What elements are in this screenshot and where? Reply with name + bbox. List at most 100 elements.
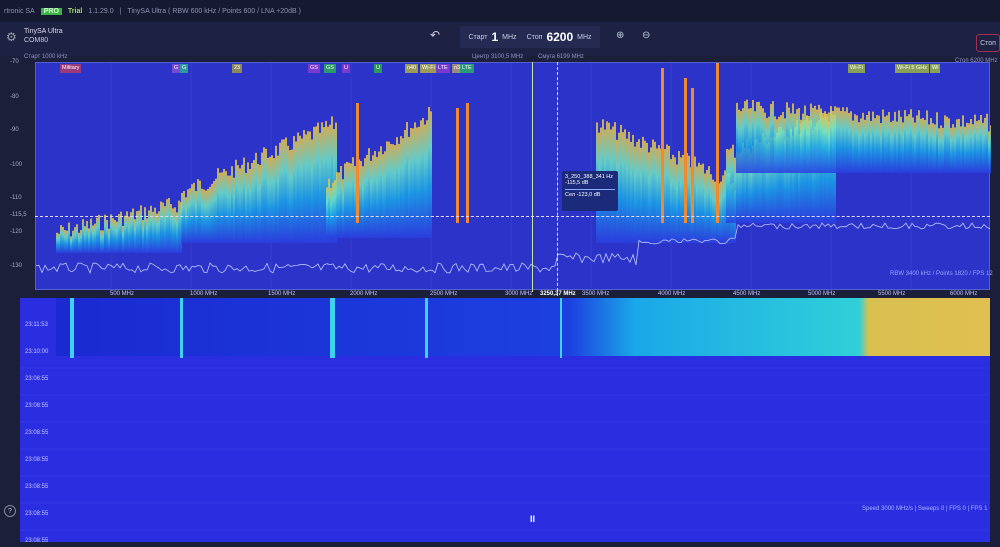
spectrum-bar	[934, 124, 936, 173]
stop-button[interactable]: Стоп	[976, 34, 1000, 52]
spectrum-bar	[106, 219, 108, 253]
device-name: TinySA Ultra	[24, 28, 63, 35]
spectrum-bar	[241, 164, 243, 243]
waterfall-time-label: 23:11:53	[25, 322, 48, 328]
band-marker[interactable]: Wi-Fi 5 GHz	[895, 64, 929, 73]
spectrum-bar	[828, 121, 830, 173]
spectrum-bar	[928, 124, 930, 173]
start-value[interactable]: 1	[491, 30, 498, 44]
cursor-avg: Сел -123,0 dB	[565, 192, 601, 198]
zoom-in-icon[interactable]: ⊕	[616, 30, 624, 41]
center-info: Центр 3100,5 MHz	[472, 54, 524, 60]
spectrum-bar	[640, 147, 642, 243]
x-tick-label: 6000 MHz	[950, 291, 978, 297]
spectrum-bar	[68, 222, 70, 253]
spectrum-bar	[860, 118, 862, 173]
spectrum-bar	[328, 178, 330, 238]
spectrum-bar	[293, 136, 295, 243]
band-marker[interactable]: U	[342, 64, 350, 73]
spectrum-peak	[356, 103, 359, 223]
band-marker[interactable]: Wi-Fi	[848, 64, 865, 73]
band-marker[interactable]: n40	[405, 64, 419, 73]
spectrum-bar	[98, 214, 100, 253]
spectrum-bar	[285, 137, 287, 243]
spectrum-bar	[676, 164, 678, 243]
waterfall[interactable]	[20, 298, 990, 542]
spectrum-bar	[412, 128, 414, 238]
spectrum-bar	[211, 183, 213, 243]
band-marker[interactable]: U	[374, 64, 382, 73]
spectrum-bar	[746, 99, 748, 173]
spectrum-bar	[243, 157, 245, 243]
spectrum-bar	[876, 115, 878, 173]
undo-icon[interactable]: ↶	[430, 28, 440, 42]
spectrum-bar	[160, 201, 162, 253]
spectrum-bar	[810, 103, 812, 173]
band-marker[interactable]: GS	[324, 64, 336, 73]
spectrum-bar	[788, 107, 790, 173]
spectrum-plot	[35, 63, 992, 291]
spectrum-bar	[229, 175, 231, 243]
stop-value[interactable]: 6200	[546, 30, 573, 44]
spectrum-bar	[816, 109, 818, 173]
spectrum-bar	[868, 111, 870, 173]
spectrum-bar	[752, 100, 754, 173]
spectrum-bar	[352, 157, 354, 238]
spectrum-bar	[804, 105, 806, 173]
band-marker[interactable]: LTE	[460, 64, 474, 73]
title-bar: rtronic SA PRO Trial 1.1.29.0 | TinySA U…	[0, 0, 1000, 22]
gear-icon[interactable]: ⚙	[6, 30, 17, 44]
spectrum-bar	[622, 132, 624, 243]
waterfall-time-label: 23:08:55	[25, 430, 49, 436]
spectrum-bar	[918, 110, 920, 173]
cursor-tooltip: 3_250_388_341 Hz -115,5 dB Сел -123,0 dB	[562, 171, 618, 211]
spectrum-bar	[402, 138, 404, 238]
spectrum-bar	[664, 149, 666, 243]
band-marker[interactable]: GS	[308, 64, 320, 73]
band-marker[interactable]: LTE	[436, 64, 450, 73]
spectrum-bar	[944, 115, 946, 173]
band-marker[interactable]: G	[180, 64, 189, 73]
x-tick-label: 5000 MHz	[808, 291, 836, 297]
spectrum-bar	[648, 152, 650, 243]
spectrum-bar	[898, 110, 900, 173]
spectrum-bar	[70, 236, 72, 253]
spectrum-bar	[223, 168, 225, 243]
band-marker[interactable]: Wi	[930, 64, 941, 73]
spectrum-bar	[902, 122, 904, 173]
band-marker[interactable]: Military	[60, 64, 82, 73]
spectrum-bar	[118, 214, 120, 253]
spectrum-peak	[456, 108, 459, 223]
spectrum-bar	[830, 106, 832, 173]
spectrum-bar	[420, 120, 422, 238]
spectrum-bar	[808, 115, 810, 173]
zoom-out-icon[interactable]: ⊖	[642, 30, 650, 41]
band-marker[interactable]: 23	[232, 64, 243, 73]
spectrum-bar	[225, 171, 227, 243]
spectrum-bar	[362, 166, 364, 238]
marker-line[interactable]	[532, 62, 533, 292]
spectrum-bar	[305, 134, 307, 243]
frequency-range[interactable]: Старт 1 MHz Стоп 6200 MHz	[460, 26, 600, 48]
y-tick-label: -115,5	[10, 212, 27, 218]
stop-label: Стоп	[526, 33, 543, 41]
spectrum-bar	[790, 113, 792, 173]
spectrum-bar	[410, 127, 412, 238]
spectrum-bar	[181, 192, 183, 243]
pause-button[interactable]: II	[530, 514, 535, 524]
spectrum-chart[interactable]	[35, 62, 992, 291]
spectrum-bar	[924, 119, 926, 173]
spectrum-bar	[251, 162, 253, 243]
spectrum-bar	[720, 181, 722, 243]
spectrum-bar	[988, 131, 990, 173]
spectrum-bar	[782, 111, 784, 173]
spectrum-bar	[64, 230, 66, 253]
spectrum-bar	[794, 113, 796, 173]
spectrum-bar	[144, 207, 146, 253]
help-icon[interactable]: ?	[4, 505, 16, 517]
x-tick-label: 4000 MHz	[658, 291, 686, 297]
spectrum-bar	[140, 205, 142, 253]
device-selector[interactable]: TinySA Ultra COM80	[24, 27, 63, 45]
span-info: Смуга 6199 MHz	[538, 54, 584, 60]
band-marker[interactable]: Wi-Fi	[420, 64, 437, 73]
